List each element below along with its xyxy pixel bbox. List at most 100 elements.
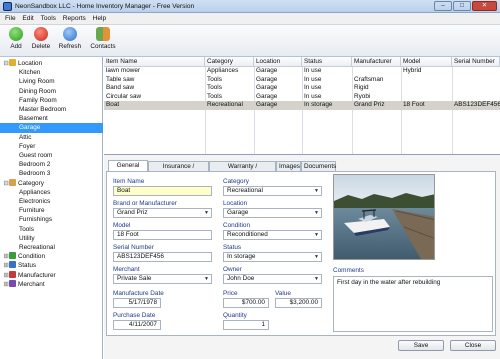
tree-item-dining-room[interactable]: Dining Room [0,87,103,96]
table-cell: Appliances [207,67,239,74]
tree-item-garage[interactable]: Garage [0,123,103,133]
tab-documents[interactable]: Documents [301,161,336,171]
tree-item-utility[interactable]: Utility [0,234,103,243]
purchase-date-input[interactable]: 4/11/2007 [113,320,161,330]
tree-group-merchant[interactable]: ⊞ Merchant [0,279,103,289]
close-button[interactable]: Close [450,340,496,351]
column-header[interactable]: Location [254,57,302,67]
tree-group-condition[interactable]: ⊞ Condition [0,252,103,261]
table-row[interactable]: Boat Recreational Garage In storage Grand Pr… [104,101,500,110]
location-select[interactable]: Garage ▼ [223,208,322,218]
table-cell: Boat [106,101,120,108]
tree-item-living-room[interactable]: Living Room [0,77,103,86]
purchase-date-label: Purchase Date [113,312,156,319]
refresh-button[interactable]: Refresh [58,27,82,50]
tab-warranty-maintenance[interactable]: Warranty / Maintenance [209,161,276,179]
owner-select[interactable]: John Doe ▼ [223,274,322,284]
tree-item-guest-room[interactable]: Guest room [0,151,103,160]
item-name-input[interactable]: Boat [113,186,212,196]
table-cell: ABS123DEF456 [454,101,500,108]
table-row[interactable]: Table saw Tools Garage In use Craftsman [104,76,500,85]
condition-select[interactable]: Reconditioned ▼ [223,230,322,240]
contacts-button[interactable]: Contacts [88,27,118,50]
merchant-select[interactable]: Private Sale ▼ [113,274,212,284]
tree-item-bedroom-3[interactable]: Bedroom 3 [0,169,103,178]
tree-item-attic[interactable]: Attic [0,133,103,142]
tree-item-kitchen[interactable]: Kitchen [0,68,103,77]
table-cell [401,84,452,93]
value-label: Value [275,290,291,297]
close-window-button[interactable]: ✕ [472,1,497,11]
tree-item-furniture[interactable]: Furniture [0,206,103,215]
table-row[interactable]: Band saw Tools Garage In use Rigid [104,84,500,93]
tree-item-electronics[interactable]: Electronics [0,197,103,206]
table-row[interactable]: Circular saw Tools Garage In use Ryobi [104,93,500,102]
model-input[interactable]: 18 Foot [113,230,212,240]
menu-file[interactable]: File [5,15,16,22]
column-header[interactable]: Manufacturer [352,57,401,67]
tree-label: Electronics [19,198,51,205]
value-input[interactable]: $3,200.00 [275,298,322,308]
table-row[interactable]: lawn mower Appliances Garage In use Hybrid [104,67,500,76]
status-label: Status [223,244,242,251]
dropdown-arrow-icon: ▼ [204,276,209,282]
table-cell: Tools [207,75,222,83]
tree-item-master-bedroom[interactable]: Master Bedroom [0,105,103,114]
quantity-label: Quantity [223,312,247,319]
menu-help[interactable]: Help [93,15,107,22]
tree-label: Utility [19,234,35,242]
tree-label: Location [18,60,43,67]
column-header[interactable]: Item Name [104,57,205,67]
table-cell: In use [304,92,322,100]
table-cell: Table saw [106,75,135,83]
tree-label: Merchant [18,280,45,288]
tree-item-bedroom-2[interactable]: Bedroom 2 [0,160,103,169]
minimize-button[interactable]: – [434,1,452,11]
tab-insurance-appraisal[interactable]: Insurance / Appraisal [148,161,209,179]
tree-group-location[interactable]: ⊟ Location [0,59,103,68]
column-header[interactable]: Serial Number [452,57,500,67]
status-select[interactable]: In storage ▼ [223,252,322,262]
tab-images[interactable]: Images [276,161,301,171]
comments-textarea[interactable]: First day in the water after rebuilding [333,276,493,332]
owner-value: John Doe [227,275,255,282]
tree-label: Attic [19,133,32,141]
manufacturer-group-icon [9,270,16,278]
comments-label: Comments [333,267,364,274]
tree-item-foyer[interactable]: Foyer [0,142,103,151]
tree-item-basement[interactable]: Basement [0,114,103,123]
price-label: Price [223,290,238,297]
tree-item-furnishings[interactable]: Furnishings [0,215,103,224]
menu-reports[interactable]: Reports [63,15,86,22]
maximize-button[interactable]: □ [453,1,471,11]
serial-input[interactable]: ABS123DEF456 [113,252,212,262]
tree-label: Garage [19,124,41,132]
item-photo[interactable] [333,174,435,260]
brand-select[interactable]: Grand Priz ▼ [113,208,212,218]
add-button[interactable]: Add [6,27,26,50]
tree-group-status[interactable]: ⊞ Status [0,261,103,270]
column-header[interactable]: Model [401,57,452,67]
save-button[interactable]: Save [398,340,444,351]
delete-button[interactable]: Delete [30,27,52,50]
mfg-date-input[interactable]: 5/17/1978 [113,298,161,308]
table-cell: Circular saw [106,92,142,100]
quantity-input[interactable]: 1 [223,320,269,330]
tree-item-recreational[interactable]: Recreational [0,243,103,252]
tree-item-appliances[interactable]: Appliances [0,188,103,197]
tree-item-family-room[interactable]: Family Room [0,96,103,105]
table-cell: In storage [304,101,333,108]
menu-edit[interactable]: Edit [22,15,33,22]
tree-item-tools[interactable]: Tools [0,225,103,234]
table-cell: Tools [207,92,222,100]
column-header[interactable]: Category [205,57,254,67]
tree-label: Master Bedroom [19,106,67,113]
tree-group-manufacturer[interactable]: ⊞ Manufacturer [0,270,103,280]
category-value: Recreational [227,187,263,194]
tree-group-category[interactable]: ⊟ Category [0,178,103,188]
category-select[interactable]: Recreational ▼ [223,186,322,196]
price-input[interactable]: $700.00 [223,298,269,308]
menu-tools[interactable]: Tools [41,15,56,22]
column-header[interactable]: Status [302,57,352,67]
toolbar: Add Delete Refresh Contacts [0,25,500,57]
